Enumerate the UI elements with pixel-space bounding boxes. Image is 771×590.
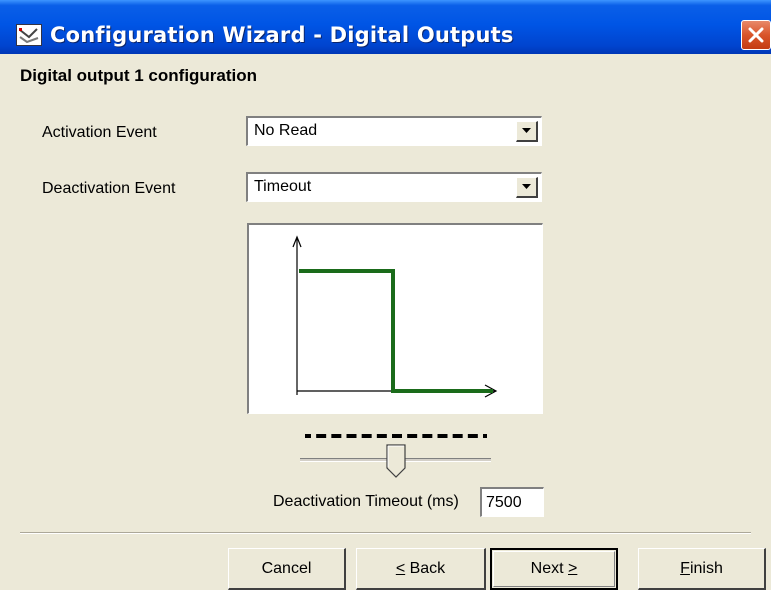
output-waveform-line (299, 269, 493, 393)
slider-tick (422, 434, 433, 438)
activation-event-select[interactable]: No Read (246, 116, 542, 146)
chevron-down-icon (522, 184, 531, 189)
button-separator (20, 532, 751, 534)
finish-button[interactable]: Finish (638, 548, 766, 590)
chevron-down-icon (522, 128, 531, 133)
back-mnemonic: < (395, 559, 406, 577)
signal-graph (247, 223, 543, 414)
wizard-app-icon (16, 24, 42, 46)
signal-waveform-diagram (292, 235, 498, 398)
section-title: Digital output 1 configuration (20, 66, 258, 85)
slider-tick (467, 434, 478, 438)
timeout-slider-thumb[interactable] (385, 444, 406, 478)
deactivation-event-select[interactable]: Timeout (246, 172, 542, 202)
slider-tick (437, 434, 448, 438)
slider-tick (483, 434, 487, 438)
slider-tick (407, 434, 418, 438)
deactivation-event-label: Deactivation Event (42, 180, 176, 197)
slider-tick (452, 434, 463, 438)
slider-tick (316, 434, 327, 438)
close-icon (748, 27, 764, 43)
slider-tick (346, 434, 357, 438)
next-mnemonic: > (568, 560, 578, 577)
deactivation-dropdown-button[interactable] (516, 177, 538, 198)
next-button[interactable]: Next > (490, 548, 618, 590)
title-bar[interactable]: Configuration Wizard - Digital Outputs (0, 0, 771, 54)
deactivation-timeout-input[interactable] (480, 487, 544, 517)
finish-button-label: inish (689, 559, 723, 577)
slider-tick (392, 434, 402, 438)
activation-event-label: Activation Event (42, 124, 157, 141)
back-button-label: Back (405, 559, 446, 577)
deactivation-event-value: Timeout (254, 178, 312, 195)
configuration-wizard-window: Configuration Wizard - Digital Outputs D… (0, 0, 771, 590)
close-button[interactable] (741, 20, 771, 50)
next-button-label: Next (530, 560, 568, 577)
window-title: Configuration Wizard - Digital Outputs (50, 23, 514, 47)
deactivation-timeout-label: Deactivation Timeout (ms) (273, 493, 459, 510)
slider-tick (376, 434, 387, 438)
finish-mnemonic: F (680, 559, 690, 577)
slider-tick (331, 434, 342, 438)
slider-ticks (305, 434, 487, 438)
slider-tick (305, 434, 311, 438)
activation-dropdown-button[interactable] (516, 121, 538, 142)
slider-tick (361, 434, 372, 438)
back-button[interactable]: < Back (356, 548, 486, 590)
cancel-button[interactable]: Cancel (228, 548, 346, 590)
cancel-button-label: Cancel (261, 559, 312, 577)
activation-event-value: No Read (254, 122, 318, 139)
